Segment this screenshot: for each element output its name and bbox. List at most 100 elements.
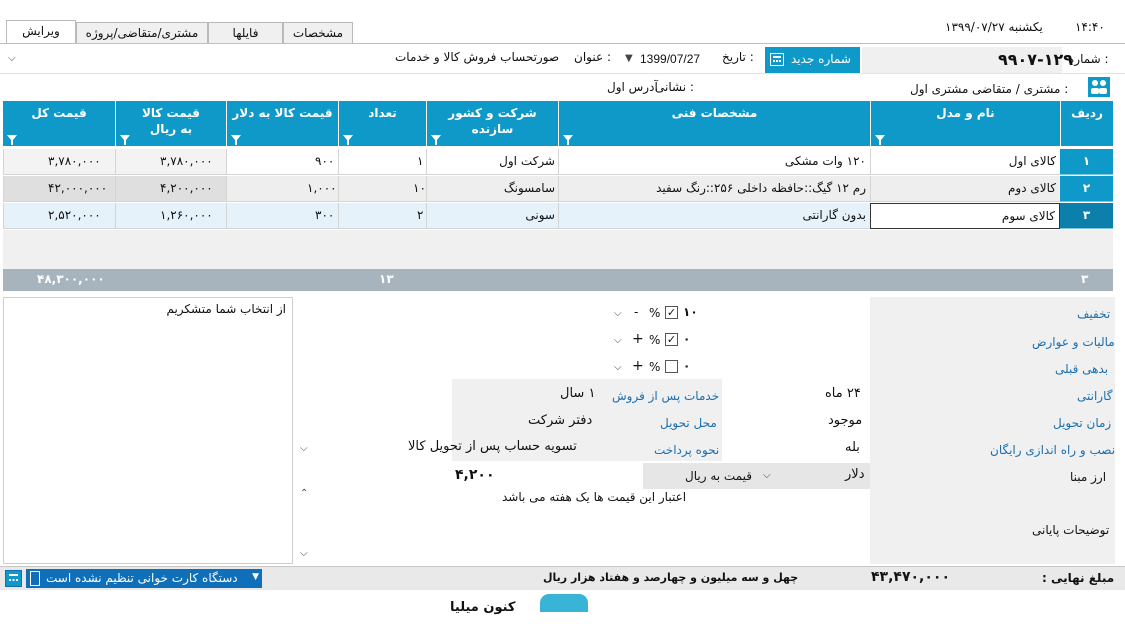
filter-icon[interactable] — [7, 133, 17, 145]
tax-value[interactable]: ۰ — [683, 332, 690, 346]
cell-spec[interactable]: رم ۱۲ گیگ::حافظه داخلی ۲۵۶::رنگ سفید — [558, 176, 870, 202]
title-label: عنوان : — [574, 50, 611, 64]
row-number: ۳ — [1060, 203, 1113, 229]
thanks-panel[interactable]: از انتخاب شما متشکریم — [3, 297, 293, 564]
items-grid-header: ردیف نام و مدل مشخصات فنی شرکت و کشور سا… — [3, 101, 1113, 146]
cell-price-usd[interactable]: ۳۰۰ — [226, 203, 338, 229]
cell-price-usd[interactable]: ۱,۰۰۰ — [226, 176, 338, 202]
col-price-usd[interactable]: قیمت کالا به دلار — [226, 101, 338, 146]
title-dropdown-icon[interactable]: ⌵ — [8, 53, 16, 64]
cell-name[interactable]: کالای اول — [870, 149, 1060, 175]
payment-dropdown-icon[interactable]: ⌵ — [300, 443, 308, 454]
tax-label: مالیات و عوارض — [1032, 335, 1115, 349]
discount-checkbox[interactable]: ✓ — [665, 306, 678, 319]
scroll-up-icon[interactable]: ⌃ — [300, 488, 308, 499]
col-maker[interactable]: شرکت و کشور سازنده — [426, 101, 558, 146]
cell-total[interactable]: ۲,۵۲۰,۰۰۰ — [3, 203, 115, 229]
delivery-place-label: محل تحویل — [660, 416, 717, 430]
grid-empty-area — [3, 230, 1113, 269]
cell-quantity[interactable]: ۱۰ — [338, 176, 426, 202]
debt-dropdown-icon[interactable]: ⌵ — [614, 362, 622, 373]
cell-spec[interactable]: ۱۲۰ وات مشکی — [558, 149, 870, 175]
install-input[interactable]: بله — [845, 440, 860, 455]
currency-input[interactable]: دلار — [845, 467, 864, 482]
row-number: ۲ — [1060, 176, 1113, 202]
tab-specs[interactable]: مشخصات — [283, 22, 353, 43]
payment-input[interactable]: تسویه حساب پس از تحویل کالا — [408, 439, 577, 454]
tab-files[interactable]: فایلها — [208, 22, 283, 43]
cell-quantity[interactable]: ۲ — [338, 203, 426, 229]
date-dropdown-icon[interactable]: ▼ — [625, 53, 633, 64]
filter-icon[interactable] — [120, 133, 130, 145]
calculator-icon[interactable] — [5, 570, 22, 587]
filter-icon[interactable] — [343, 133, 353, 145]
table-row[interactable]: ۴۲,۰۰۰,۰۰۰ ۴,۲۰۰,۰۰۰ ۱,۰۰۰ ۱۰ سامسونگ رم… — [3, 176, 1113, 202]
customer-value[interactable]: مشتری اول — [910, 82, 968, 96]
price-mode-dropdown-icon[interactable]: ⌵ — [763, 470, 771, 481]
notes-input[interactable]: اعتبار این قیمت ها یک هفته می باشد — [502, 490, 686, 504]
final-amount-words: چهل و سه میلیون و چهارصد و هفتاد هزار ری… — [543, 571, 799, 584]
cell-total[interactable]: ۳,۷۸۰,۰۰۰ — [3, 149, 115, 175]
chevron-down-icon[interactable]: ▼ — [252, 572, 259, 582]
filter-icon[interactable] — [563, 133, 573, 145]
debt-checkbox[interactable] — [665, 360, 678, 373]
new-number-button[interactable]: شماره جدید — [765, 47, 860, 73]
cell-maker[interactable]: شرکت اول — [426, 149, 558, 175]
date-input[interactable]: 1399/07/27 — [640, 52, 700, 66]
tab-edit[interactable]: ویرایش — [6, 20, 76, 43]
cell-price-rial[interactable]: ۱,۲۶۰,۰۰۰ — [115, 203, 226, 229]
cell-total[interactable]: ۴۲,۰۰۰,۰۰۰ — [3, 176, 115, 202]
calculator-icon — [770, 53, 784, 66]
cell-maker[interactable]: سونی — [426, 203, 558, 229]
discount-dropdown-icon[interactable]: ⌵ — [614, 308, 622, 319]
cell-price-rial[interactable]: ۴,۲۰۰,۰۰۰ — [115, 176, 226, 202]
card-reader-status[interactable]: دستگاه کارت خوانی تنظیم نشده است ▼ — [26, 569, 262, 588]
discount-value[interactable]: ۱۰ — [683, 305, 698, 319]
discount-percent: % — [649, 306, 661, 320]
tax-dropdown-icon[interactable]: ⌵ — [614, 335, 622, 346]
cell-name-editing[interactable]: کالای سوم — [870, 203, 1060, 229]
delivery-place-input[interactable]: دفتر شرکت — [528, 413, 592, 428]
table-row[interactable]: ۲,۵۲۰,۰۰۰ ۱,۲۶۰,۰۰۰ ۳۰۰ ۲ سونی بدون گارا… — [3, 203, 1113, 229]
col-total[interactable]: قیمت کل — [3, 101, 115, 146]
date-label: تاریخ : — [722, 50, 754, 64]
notes-scrollbar[interactable]: ⌃ ⌵ — [297, 488, 311, 563]
filter-icon[interactable] — [875, 133, 885, 145]
discount-sign[interactable]: - — [634, 305, 638, 319]
col-row-number[interactable]: ردیف — [1060, 101, 1113, 146]
address-label: نشانی : — [655, 80, 694, 94]
address-value: آدرس اول — [607, 80, 658, 94]
exchange-rate-input[interactable]: ۴,۲۰۰ — [455, 467, 495, 483]
tax-sign[interactable]: + — [632, 331, 644, 347]
invoice-window: ۱۴:۴۰ یکشنبه ۱۳۹۹/۰۷/۲۷ ویرایش مشتری/متق… — [0, 0, 1125, 624]
cell-price-usd[interactable]: ۹۰۰ — [226, 149, 338, 175]
title-input[interactable]: صورتحساب فروش کالا و خدمات — [395, 50, 559, 64]
cell-spec[interactable]: بدون گارانتی — [558, 203, 870, 229]
warranty-input[interactable]: ۲۴ ماه — [825, 386, 861, 401]
tax-checkbox[interactable]: ✓ — [665, 333, 678, 346]
footer-qty-total: ۱۳ — [379, 272, 394, 286]
cell-quantity[interactable]: ۱ — [338, 149, 426, 175]
filter-icon[interactable] — [431, 133, 441, 145]
col-price-rial[interactable]: قیمت کالا به ریال — [115, 101, 226, 146]
install-label: نصب و راه اندازی رایگان — [990, 443, 1116, 457]
discount-label: تخفیف — [1077, 307, 1111, 321]
col-quantity[interactable]: تعداد — [338, 101, 426, 146]
price-mode-select[interactable]: قیمت به ریال — [685, 469, 752, 483]
col-tech-spec[interactable]: مشخصات فنی — [558, 101, 870, 146]
cell-price-rial[interactable]: ۳,۷۸۰,۰۰۰ — [115, 149, 226, 175]
cell-name[interactable]: کالای دوم — [870, 176, 1060, 202]
tab-customer-project[interactable]: مشتری/متقاضی/پروژه — [76, 22, 208, 43]
cell-maker[interactable]: سامسونگ — [426, 176, 558, 202]
details-panel — [296, 297, 1115, 564]
delivery-time-input[interactable]: موجود — [828, 413, 862, 428]
filter-icon[interactable] — [231, 133, 241, 145]
after-sales-input[interactable]: ۱ سال — [560, 386, 595, 401]
debt-value[interactable]: ۰ — [683, 359, 690, 373]
customers-icon[interactable] — [1088, 77, 1110, 97]
thanks-text: از انتخاب شما متشکریم — [166, 302, 286, 316]
col-name-model[interactable]: نام و مدل — [870, 101, 1060, 146]
scroll-down-icon[interactable]: ⌵ — [300, 548, 308, 559]
table-row[interactable]: ۳,۷۸۰,۰۰۰ ۳,۷۸۰,۰۰۰ ۹۰۰ ۱ شرکت اول ۱۲۰ و… — [3, 149, 1113, 175]
debt-sign[interactable]: + — [632, 358, 644, 374]
